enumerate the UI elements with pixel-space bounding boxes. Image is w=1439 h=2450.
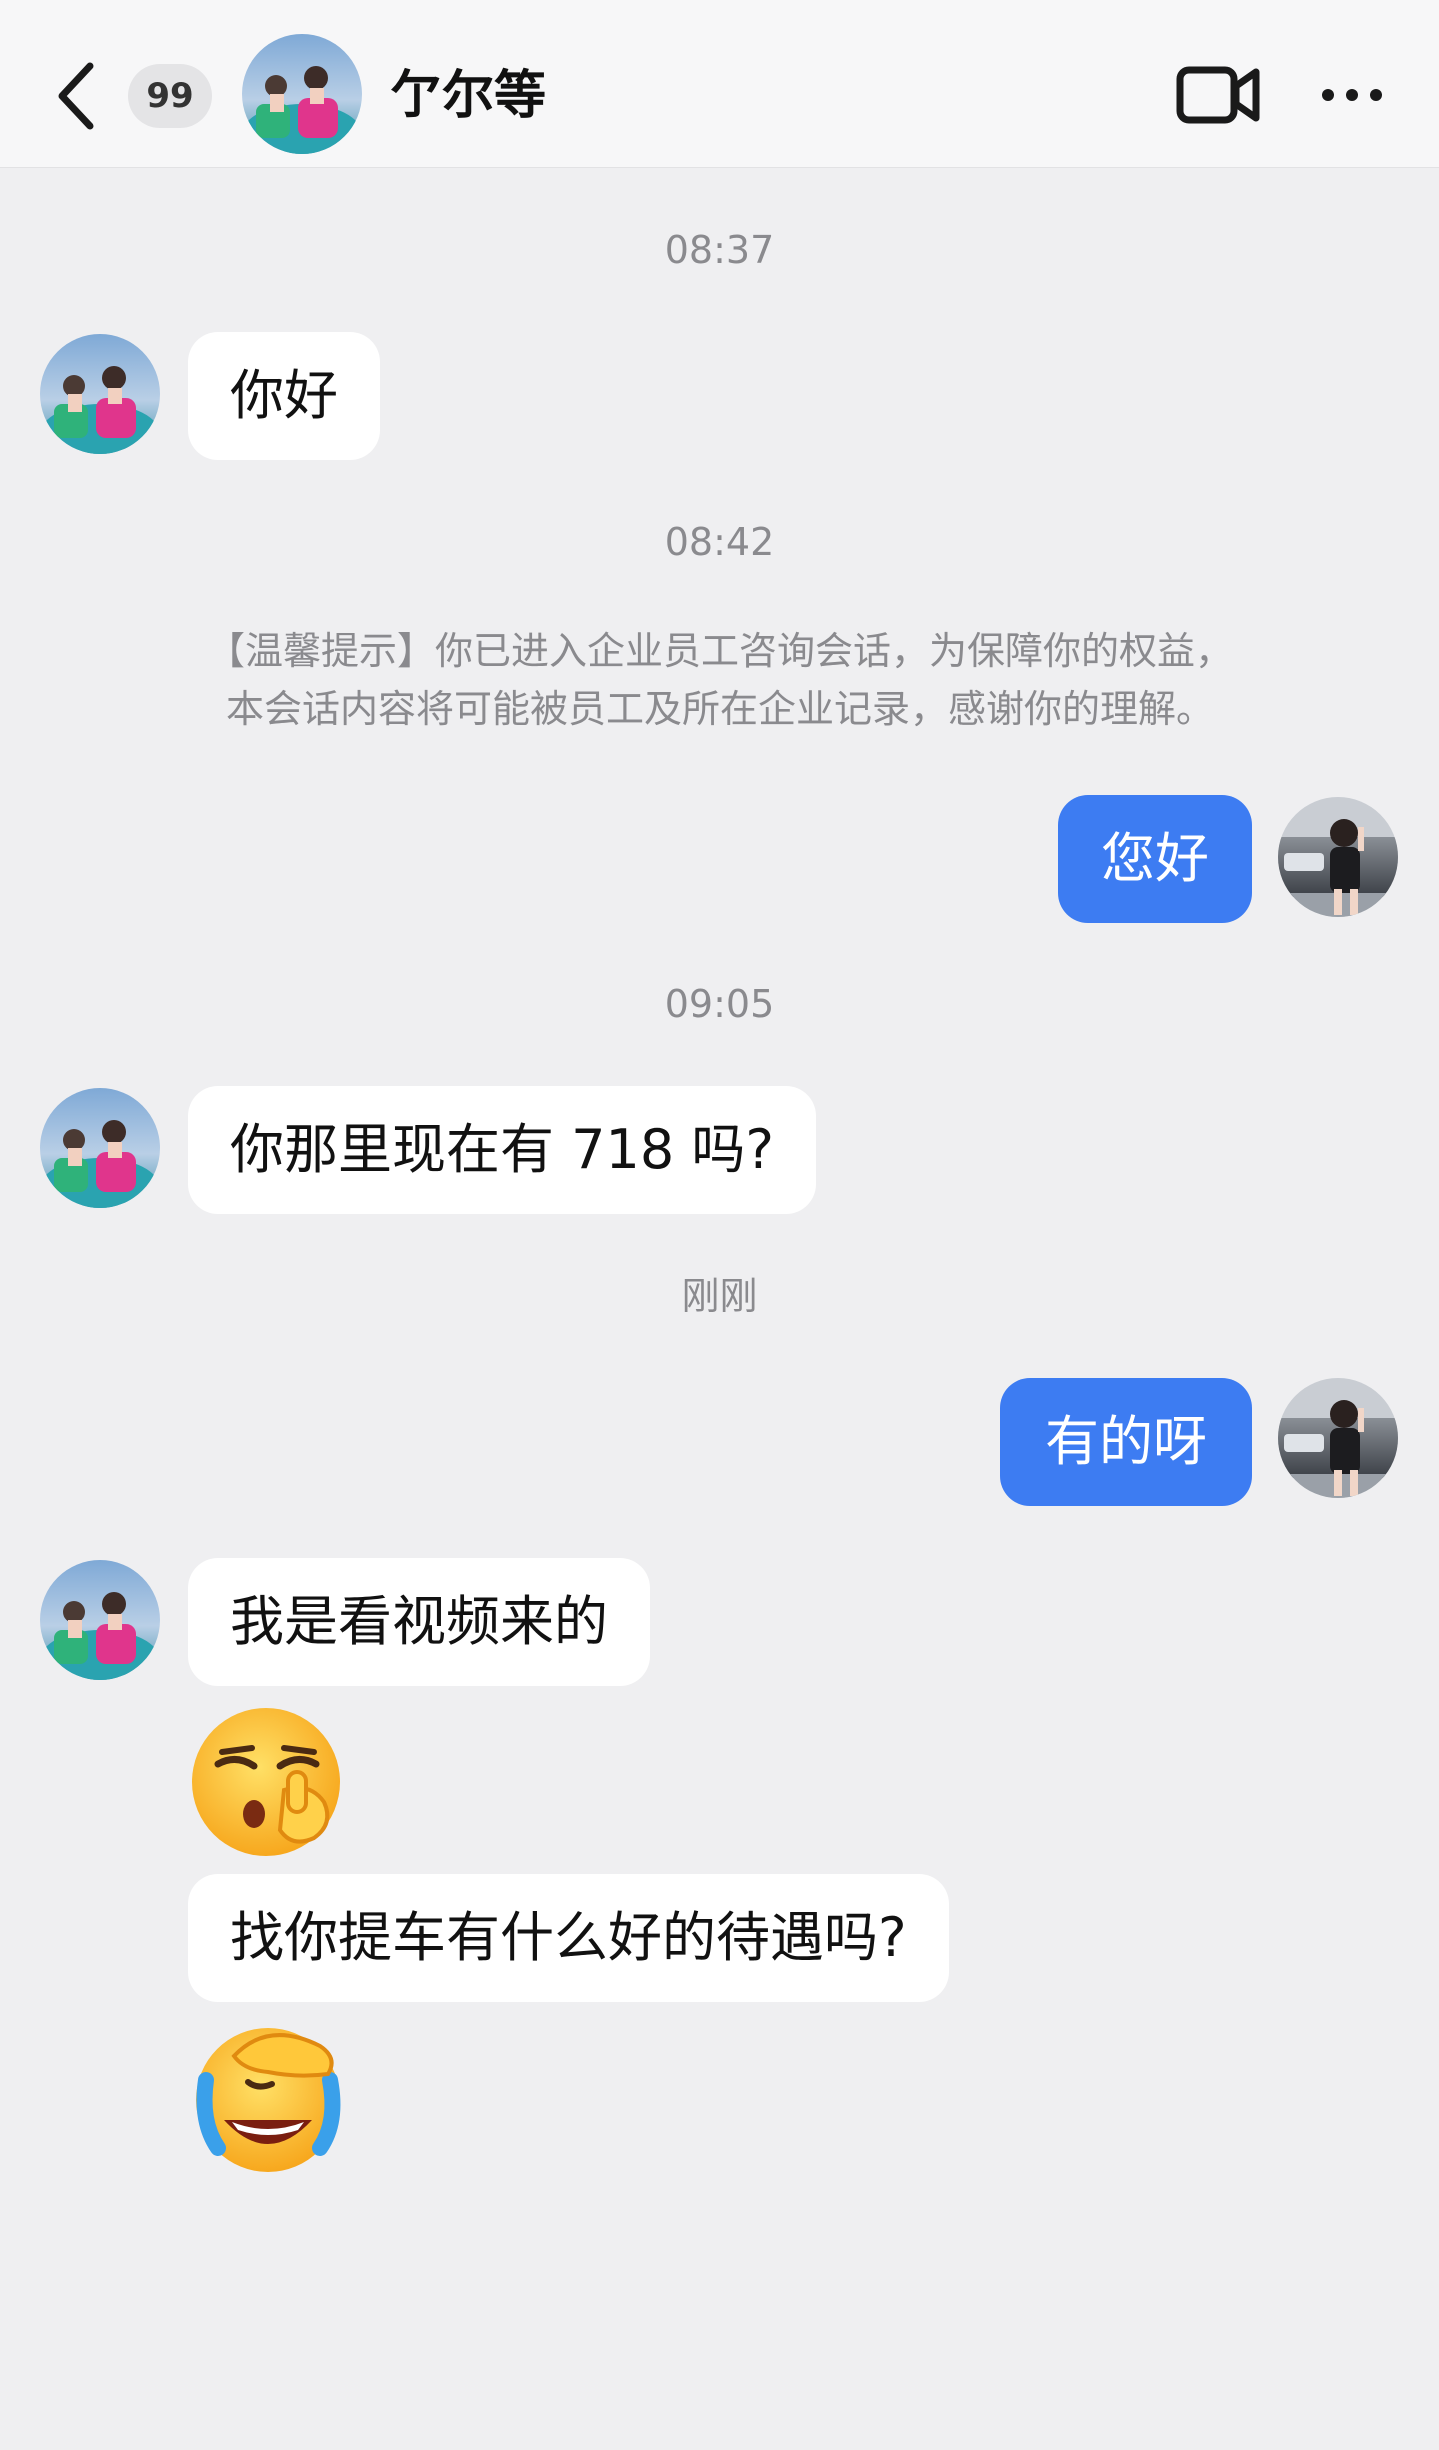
outgoing-message[interactable]: 有的呀 [1000, 1378, 1252, 1506]
outgoing-message[interactable]: 您好 [1058, 795, 1252, 923]
back-icon[interactable] [50, 58, 110, 134]
system-notice: 【温馨提示】你已进入企业员工咨询会话，为保障你的权益， 本会话内容将可能被员工及… [190, 622, 1250, 738]
timestamp: 08:42 [664, 520, 775, 564]
timestamp: 08:37 [664, 228, 775, 272]
facepalm-crying-emoji[interactable] [188, 2016, 348, 2176]
contact-avatar[interactable] [40, 334, 160, 454]
chat-header: 99 亇尔等 [0, 0, 1439, 168]
timestamp: 09:05 [664, 982, 775, 1026]
incoming-message[interactable]: 你好 [188, 332, 380, 460]
contact-avatar[interactable] [242, 34, 362, 154]
more-icon[interactable] [1318, 84, 1386, 106]
timestamp: 刚刚 [681, 1274, 758, 1318]
incoming-message[interactable]: 找你提车有什么好的待遇吗? [188, 1874, 949, 2002]
notice-line: 【温馨提示】你已进入企业员工咨询会话，为保障你的权益， [206, 629, 1233, 673]
unread-count-badge[interactable]: 99 [128, 64, 212, 128]
incoming-message[interactable]: 我是看视频来的 [188, 1558, 650, 1686]
contact-avatar[interactable] [40, 1560, 160, 1680]
my-avatar[interactable] [1278, 797, 1398, 917]
video-call-icon[interactable] [1176, 62, 1260, 128]
notice-line: 本会话内容将可能被员工及所在企业记录，感谢你的理解。 [225, 687, 1214, 731]
incoming-message[interactable]: 你那里现在有 718 吗? [188, 1086, 817, 1214]
my-avatar[interactable] [1278, 1378, 1398, 1498]
shush-face-emoji[interactable] [188, 1702, 348, 1862]
contact-avatar[interactable] [40, 1088, 160, 1208]
chat-title[interactable]: 亇尔等 [390, 62, 546, 130]
